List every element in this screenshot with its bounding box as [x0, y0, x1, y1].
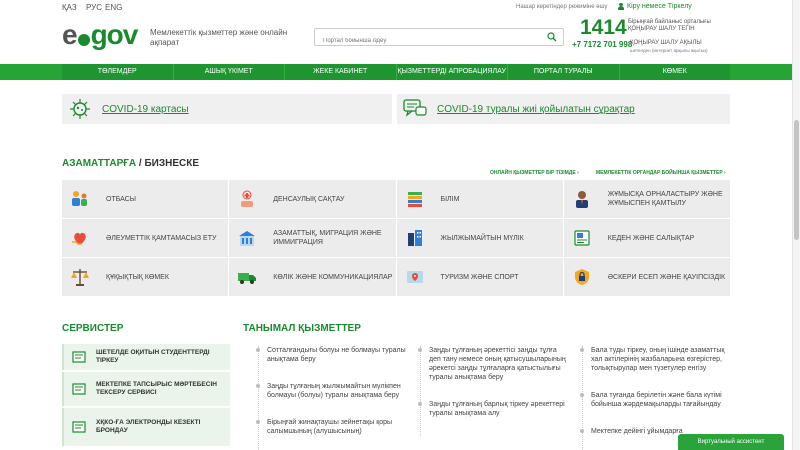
service-student-registration[interactable]: Шетелде оқитын студенттерді тіркеу: [62, 344, 230, 370]
popular-service-link[interactable]: Заңды тұлғаның барлық тіркеу әрекеттері …: [418, 400, 570, 418]
category-social-security[interactable]: Әлеуметтік қамтамасыз ету: [62, 219, 229, 257]
tab-citizens[interactable]: АЗАМАТТАРҒА: [62, 158, 136, 169]
popular-service-link[interactable]: Сотталғандығы болуы не болмауы туралы ан…: [256, 346, 408, 364]
main-nav-items: ТӨЛЕМДЕР АШЫҚ ҮКІМЕТ ЖЕКЕ КАБИНЕТ ҚЫЗМЕТ…: [62, 64, 730, 80]
category-education[interactable]: Білім: [396, 180, 563, 218]
transport-icon: [238, 273, 257, 284]
lang-rus[interactable]: РУС: [86, 3, 102, 12]
low-vision-mode-link[interactable]: Нашар көретіндер режиміне өшу: [516, 4, 607, 10]
login-label: Кіру немесе Тіркелу: [627, 3, 692, 10]
popular-service-link[interactable]: Заңды тұлғаның әрекеттісі заңды тұлға де…: [418, 346, 570, 382]
logo-mark: e gov: [62, 19, 138, 50]
lang-kaz[interactable]: ҚАЗ: [62, 3, 77, 12]
main-nav: ТӨЛЕМДЕР АШЫҚ ҮКІМЕТ ЖЕКЕ КАБИНЕТ ҚЫЗМЕТ…: [0, 64, 800, 80]
category-transport[interactable]: Көлік және коммуникациялар: [229, 258, 396, 296]
login-link[interactable]: Кіру немесе Тіркелу: [618, 3, 692, 10]
covid-faq-label[interactable]: COVID-19 туралы жиі қойылатын сұрақтар: [437, 104, 635, 115]
migration-icon: [239, 231, 256, 246]
employment-icon: [575, 191, 588, 208]
all-online-services-link[interactable]: ОНЛАЙН ҚЫЗМЕТТЕР БІР ТІЗІМДЕ ›: [490, 170, 579, 176]
lang-eng[interactable]: ENG: [105, 3, 122, 12]
military-security-icon: [574, 269, 589, 285]
popular-column-1: Сотталғандығы болуы не болмауы туралы ан…: [256, 346, 408, 450]
nav-help[interactable]: КӨМЕК: [620, 64, 731, 80]
popular-service-link[interactable]: Бала туды тіркеу, оның ішінде азаматтық …: [580, 346, 732, 373]
popular-service-link[interactable]: Бала туғанда берілетін және бала күтімі …: [580, 391, 732, 409]
search-icon[interactable]: [547, 32, 557, 42]
category-legal-aid[interactable]: Құқықтық көмек: [62, 258, 229, 296]
service-school-order-status[interactable]: Мектепке тапсырыс мәртебесін тексеру сер…: [62, 372, 230, 406]
education-icon: [407, 192, 422, 207]
virus-icon: [70, 99, 90, 119]
categories-heading: АЗАМАТТАРҒА / БИЗНЕСКЕ: [62, 158, 199, 169]
covid-faq-card[interactable]: COVID-19 туралы жиі қойылатын сұрақтар: [397, 94, 730, 124]
scrollbar-thumb[interactable]: [794, 120, 799, 240]
tourism-icon: [406, 271, 423, 283]
popular-service-link[interactable]: Заңды тұлғаның жылжымайтын мүлікпен болм…: [256, 382, 408, 400]
category-healthcare[interactable]: Денсаулық сақтау: [229, 180, 396, 218]
popular-column-2: Заңды тұлғаның әрекеттісі заңды тұлға де…: [418, 346, 570, 436]
tab-business[interactable]: / БИЗНЕСКЕ: [136, 158, 199, 169]
phone-text: ҚОҢЫРАУ ШАЛУ АҚЫЛЫ: [630, 40, 702, 46]
nav-payments[interactable]: ТӨЛЕМДЕР: [62, 64, 174, 80]
search-input[interactable]: [315, 33, 535, 49]
category-military[interactable]: Әскери есеп және қауіпсіздік: [563, 258, 730, 296]
nav-about-portal[interactable]: ПОРТАЛ ТУРАЛЫ: [508, 64, 620, 80]
category-family[interactable]: Отбасы: [62, 180, 229, 218]
phone-subtext: шетелден (интернет арқылы ақысыз): [630, 48, 708, 53]
customs-taxes-icon: [574, 230, 590, 246]
logo-dot-icon: [77, 34, 90, 46]
document-icon: [72, 421, 86, 433]
top-bar: ҚАЗ РУС ENG Нашар көретіндер режиміне өш…: [0, 0, 800, 14]
nav-personal-cabinet[interactable]: ЖЕКЕ КАБИНЕТ: [285, 64, 397, 80]
family-icon: [72, 191, 87, 206]
popular-service-link[interactable]: Бірыңғай жинақтаушы зейнетақы қоры салым…: [256, 418, 408, 436]
category-customs-taxes[interactable]: Кеден және салықтар: [563, 219, 730, 257]
category-migration[interactable]: Азаматтық, миграция және иммиграция: [229, 219, 396, 257]
user-icon: [618, 3, 624, 10]
social-security-icon: [71, 232, 86, 245]
services-heading: СЕРВИСТЕР: [62, 323, 124, 334]
phone-number[interactable]: +7 7172 701 998: [572, 40, 632, 49]
popular-services-heading: ТАНЫМАЛ ҚЫЗМЕТТЕР: [243, 323, 361, 334]
nav-services-testing[interactable]: ҚЫЗМЕТТЕРДІ АПРОБАЦИЯЛАУ: [397, 64, 508, 80]
search-box[interactable]: [314, 28, 564, 49]
site-tagline: Мемлекеттік қызметтер және онлайн ақпара…: [150, 28, 288, 47]
category-grid: Отбасы Денсаулық сақтау Білім Жұмысқа ор…: [62, 180, 730, 296]
category-real-estate[interactable]: Жылжымайтын мүлік: [396, 219, 563, 257]
page-scrollbar[interactable]: [792, 0, 800, 450]
gov-agency-services-link[interactable]: МЕМЛЕКЕТТІК ОРГАНДАР БОЙЫНША ҚЫЗМЕТТЕР ›: [596, 170, 726, 176]
egov-logo[interactable]: e gov: [62, 19, 138, 50]
callcenter-text: Бірыңғай байланыс орталығы ҚОҢЫРАУ ШАЛУ …: [628, 19, 711, 32]
covid-map-label[interactable]: COVID-19 картасы: [102, 104, 189, 115]
healthcare-icon: [241, 190, 254, 207]
covid-map-card[interactable]: COVID-19 картасы: [62, 94, 392, 124]
legal-aid-icon: [71, 269, 89, 286]
nav-open-government[interactable]: АШЫҚ ҮКІМЕТ: [174, 64, 285, 80]
service-queue-booking[interactable]: ХҚКО-ға электронды кезекті брондау: [62, 408, 230, 446]
chat-bubble-icon: [403, 99, 427, 117]
callcenter-number[interactable]: 1414: [580, 16, 627, 40]
category-tourism[interactable]: Туризм және спорт: [396, 258, 563, 296]
document-icon: [72, 383, 86, 395]
document-icon: [72, 351, 86, 363]
virtual-assistant-button[interactable]: Виртуальный ассистент: [678, 434, 784, 450]
real-estate-icon: [407, 230, 422, 246]
category-employment[interactable]: Жұмысқа орналастыру және жұмыспен қамтыл…: [563, 180, 730, 218]
